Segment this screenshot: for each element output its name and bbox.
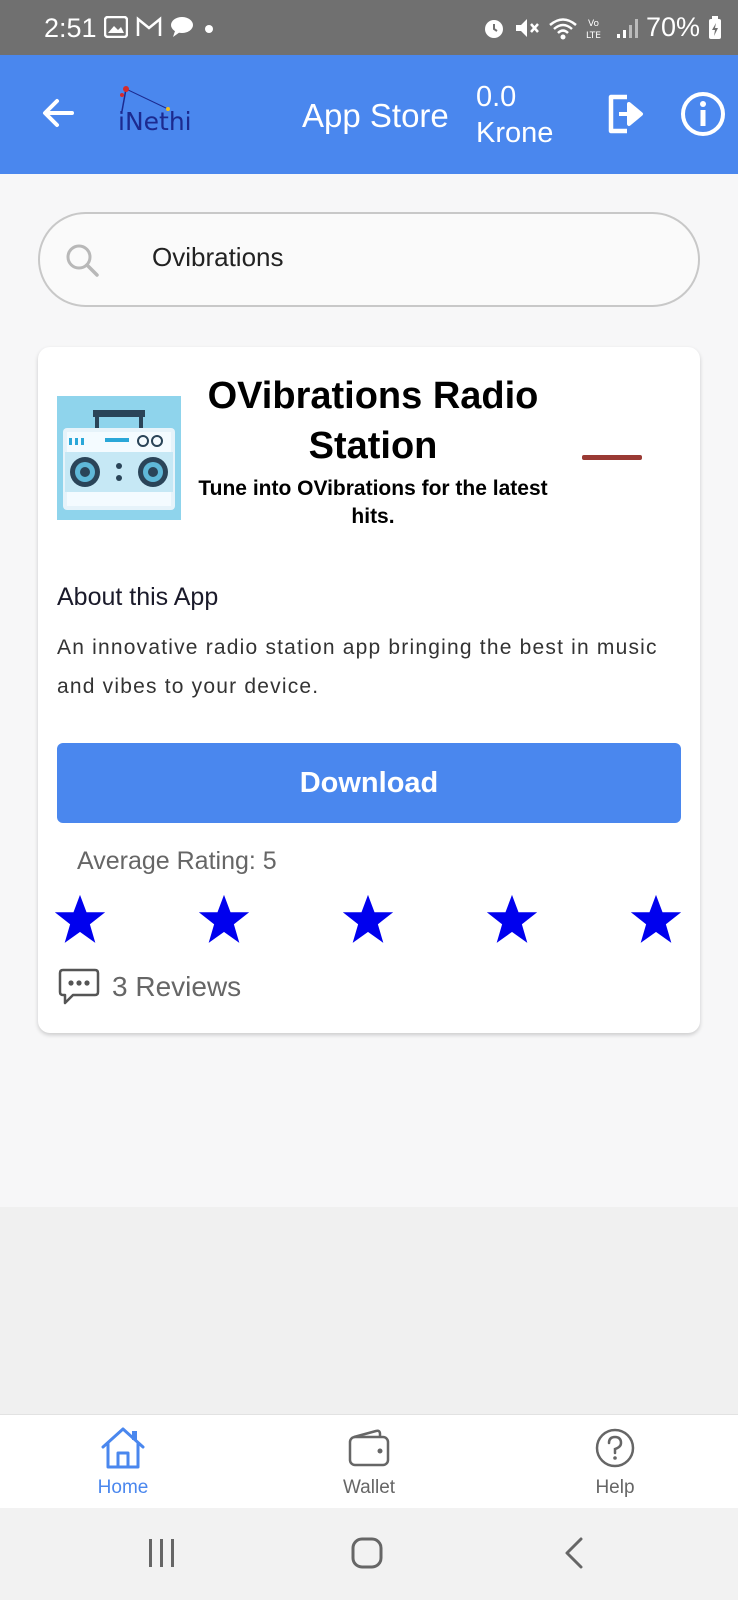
balance-currency: Krone [476,117,554,149]
volte-icon: Vo LTE [586,19,601,40]
star-icon [631,895,681,943]
reviews-link[interactable]: 3 Reviews [58,967,241,1007]
radio-app-icon [57,396,181,520]
app-name: OVibrations Radio Station [207,375,539,467]
remove-icon[interactable] [582,455,642,460]
rating-stars [55,895,685,945]
gmail-icon [136,16,162,36]
app-card: OVibrations Radio Station Tune into OVib… [38,347,700,1033]
system-back-icon[interactable] [562,1536,586,1570]
wallet-balance: 0.0 Krone [476,79,553,151]
recent-apps-icon[interactable] [146,1536,178,1570]
balance-amount: 0.0 [476,81,517,113]
chat-icon [171,17,193,37]
reviews-count: 3 Reviews [112,971,242,1002]
average-rating: Average Rating: 5 [77,847,277,875]
system-icons: Vo LTE 70% [482,12,722,43]
logout-icon[interactable] [605,91,647,137]
battery-percent: 70% [645,12,700,42]
home-button-icon[interactable] [350,1536,384,1570]
svg-text:LTE: LTE [586,31,601,40]
info-icon[interactable] [680,91,726,137]
nav-wallet[interactable]: Wallet [299,1425,439,1499]
star-icon [55,895,105,943]
download-button[interactable]: Download [57,743,681,823]
battery-icon [709,15,721,39]
status-time: 2:51 [44,13,97,43]
nav-help-label: Help [595,1477,635,1498]
empty-area [0,1207,738,1414]
star-icon [343,895,393,943]
gallery-icon [104,16,128,38]
mute-icon [515,18,539,37]
comment-icon [58,968,100,1005]
nav-home[interactable]: Home [53,1425,193,1499]
app-bar: iNethi App Store 0.0 Krone [0,55,738,174]
about-title: About this App [57,583,219,611]
back-arrow-icon[interactable] [38,93,78,133]
help-icon [595,1428,635,1468]
nav-help[interactable]: Help [545,1425,685,1499]
inethi-logo: iNethi [112,83,192,143]
star-icon [487,895,537,943]
star-icon [199,895,249,943]
dot-icon [205,25,213,33]
about-text: An innovative radio station app bringing… [57,636,658,698]
nav-home-label: Home [97,1477,149,1498]
search-icon [66,244,99,277]
bottom-nav: Home Wallet Help [0,1414,738,1508]
svg-text:Vo: Vo [588,19,599,29]
alarm-icon [484,19,503,38]
system-nav-bar [0,1508,738,1600]
page-title: App Store [302,97,449,134]
wifi-icon [549,17,577,39]
wallet-icon [348,1429,390,1467]
app-tagline: Tune into OVibrations for the latest hit… [198,477,548,528]
search-bar[interactable] [38,212,700,307]
nav-wallet-label: Wallet [342,1477,396,1498]
search-input[interactable] [152,242,632,273]
notification-icons [104,16,216,38]
status-bar: 2:51 Vo LTE 70% [0,0,738,55]
signal-icon [616,18,638,38]
home-icon [101,1427,145,1469]
